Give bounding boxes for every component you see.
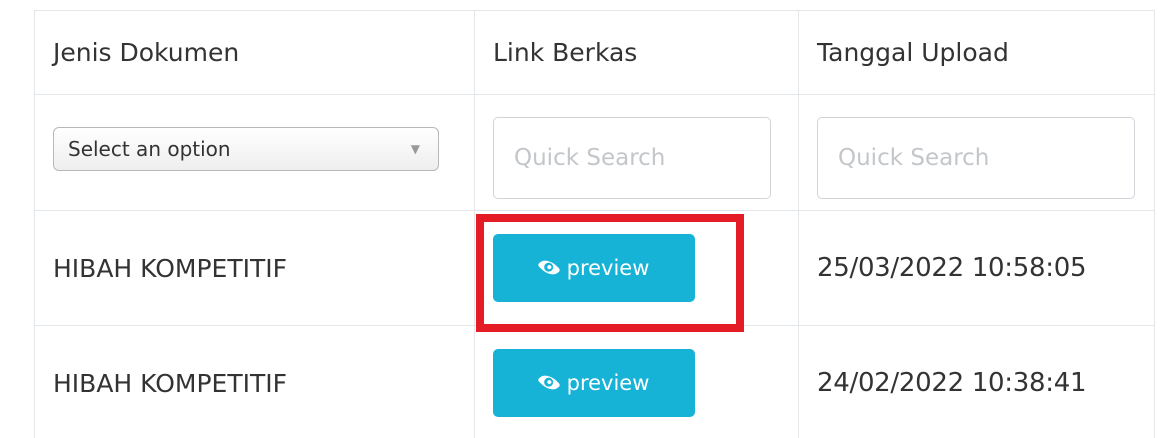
header-tanggal-upload[interactable]: Tanggal Upload [798,10,1155,95]
select-value: Select an option [68,136,231,161]
header-row: Jenis Dokumen Link Berkas Tanggal Upload [34,10,1155,95]
documents-table-container: Jenis Dokumen Link Berkas Tanggal Upload… [0,0,1163,438]
cell-tanggal-upload: 25/03/2022 10:58:05 [798,210,1155,326]
cell-tanggal-upload: 24/02/2022 10:38:41 [798,325,1155,438]
table-row: HIBAH KOMPETITIF preview 25/03/2022 10:5… [34,210,1155,326]
filter-cell-tanggal [798,94,1155,211]
eye-icon [536,255,561,280]
preview-button[interactable]: preview [493,234,695,302]
cell-link-berkas: preview [474,210,799,326]
preview-button-label: preview [566,256,650,280]
tanggal-upload-search-input[interactable] [817,116,1135,199]
eye-icon [536,370,561,395]
table-row: HIBAH KOMPETITIF preview 24/02/2022 10:3… [34,325,1155,438]
preview-button-label: preview [566,371,650,395]
link-berkas-search-input[interactable] [493,116,771,199]
cell-jenis-dokumen: HIBAH KOMPETITIF [34,210,475,326]
cell-jenis-dokumen: HIBAH KOMPETITIF [34,325,475,438]
cell-link-berkas: preview [474,325,799,438]
jenis-dokumen-select[interactable]: Select an option ▼ [53,126,439,171]
filter-cell-jenis: Select an option ▼ [34,94,475,211]
header-jenis-dokumen[interactable]: Jenis Dokumen [34,10,475,95]
filter-cell-link [474,94,799,211]
documents-table: Jenis Dokumen Link Berkas Tanggal Upload… [34,10,1155,438]
triangle-down-icon: ▼ [410,141,420,156]
header-link-berkas[interactable]: Link Berkas [474,10,799,95]
filter-row: Select an option ▼ [34,94,1155,211]
preview-button[interactable]: preview [493,349,695,417]
